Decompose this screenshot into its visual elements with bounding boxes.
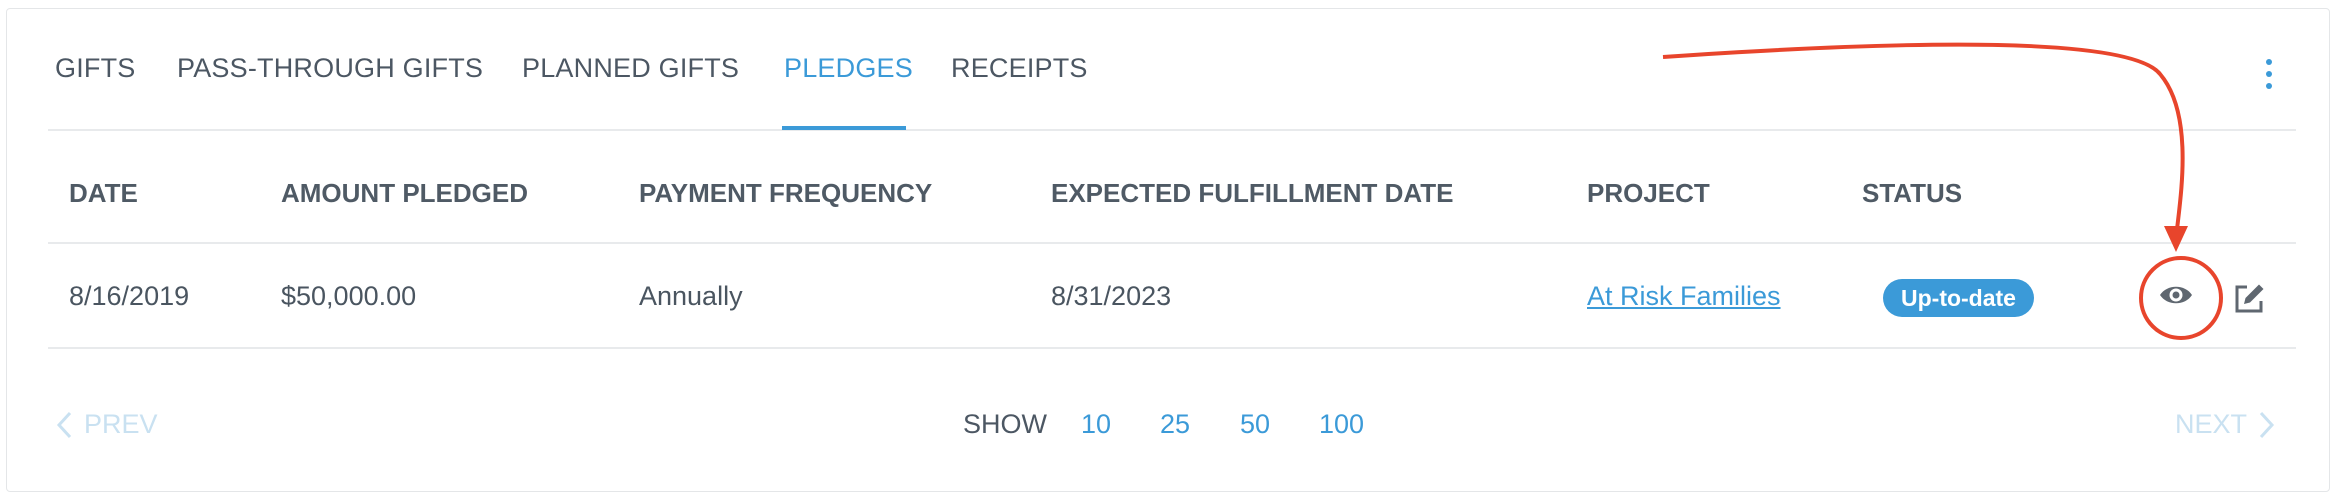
active-tab-indicator bbox=[782, 126, 906, 130]
tab-pledges[interactable]: PLEDGES bbox=[784, 53, 913, 84]
column-header-payment-frequency[interactable]: PAYMENT FREQUENCY bbox=[639, 178, 932, 209]
cell-payment-frequency: Annually bbox=[639, 281, 743, 311]
page-size-10[interactable]: 10 bbox=[1081, 409, 1111, 440]
column-header-date[interactable]: DATE bbox=[69, 178, 138, 209]
row-divider bbox=[48, 347, 2296, 349]
page-size-50[interactable]: 50 bbox=[1240, 409, 1270, 440]
next-label: NEXT bbox=[2175, 409, 2248, 439]
more-options-icon[interactable] bbox=[2263, 59, 2275, 91]
column-header-status[interactable]: STATUS bbox=[1862, 178, 1962, 209]
chevron-left-icon bbox=[56, 411, 72, 438]
cell-amount-pledged: $50,000.00 bbox=[281, 281, 417, 311]
tab-planned-gifts[interactable]: PLANNED GIFTS bbox=[522, 53, 739, 84]
chevron-right-icon bbox=[2259, 411, 2275, 438]
edit-icon[interactable] bbox=[2232, 282, 2266, 321]
column-header-project[interactable]: PROJECT bbox=[1587, 178, 1710, 209]
pledges-panel: GIFTS PASS-THROUGH GIFTS PLANNED GIFTS P… bbox=[6, 8, 2330, 492]
prev-page-button[interactable]: PREV bbox=[56, 409, 158, 440]
cell-expected-fulfillment-date: 8/31/2023 bbox=[1051, 281, 1172, 311]
next-page-button[interactable]: NEXT bbox=[2175, 409, 2275, 440]
page-size-25[interactable]: 25 bbox=[1160, 409, 1190, 440]
tab-pass-through-gifts[interactable]: PASS-THROUGH GIFTS bbox=[177, 53, 483, 84]
column-header-expected-fulfillment-date[interactable]: EXPECTED FULFILLMENT DATE bbox=[1051, 178, 1454, 209]
tab-receipts[interactable]: RECEIPTS bbox=[951, 53, 1088, 84]
prev-label: PREV bbox=[84, 409, 158, 439]
eye-icon[interactable] bbox=[2159, 283, 2193, 312]
page-size-100[interactable]: 100 bbox=[1319, 409, 1364, 440]
header-divider bbox=[48, 242, 2296, 244]
show-label: SHOW bbox=[963, 409, 1047, 439]
cell-date: 8/16/2019 bbox=[69, 281, 190, 311]
tab-gifts[interactable]: GIFTS bbox=[55, 53, 136, 84]
status-badge: Up-to-date bbox=[1883, 279, 2034, 317]
tab-bar: GIFTS PASS-THROUGH GIFTS PLANNED GIFTS P… bbox=[48, 9, 2296, 131]
column-header-amount-pledged[interactable]: AMOUNT PLEDGED bbox=[281, 178, 528, 209]
project-link[interactable]: At Risk Families bbox=[1587, 281, 1781, 312]
